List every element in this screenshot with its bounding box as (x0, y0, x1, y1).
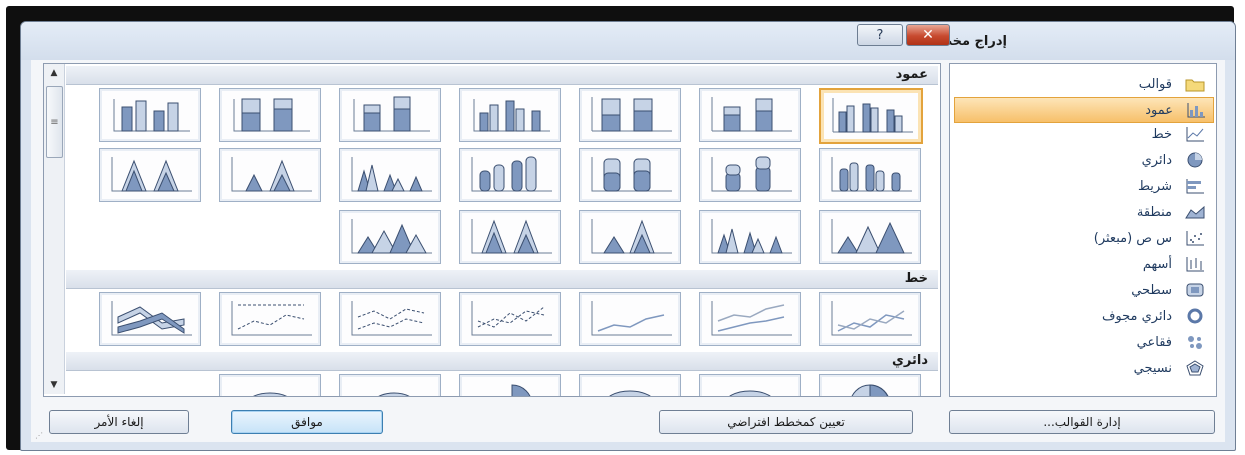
chart-3d-100-stacked-column[interactable] (219, 88, 321, 142)
manage-templates-button[interactable]: إدارة القوالب... (949, 410, 1215, 434)
chart-stacked-cylinder[interactable] (699, 148, 801, 202)
category-bubble[interactable]: فقاعي (954, 330, 1212, 354)
category-label: س ص (مبعثر) (1093, 230, 1172, 246)
chart-clustered-pyramid[interactable] (699, 210, 801, 264)
title-bar: إدراج مخطط ? ✕ (21, 22, 1235, 60)
area-chart-icon (1184, 203, 1206, 221)
category-pie[interactable]: دائري (954, 148, 1212, 172)
category-label: خط (1151, 126, 1172, 142)
category-scatter[interactable]: س ص (مبعثر) (954, 226, 1212, 250)
category-label: شريط (1137, 178, 1172, 194)
gallery-scrollbar[interactable]: ▲ ≡ ▼ (44, 64, 65, 394)
close-button[interactable]: ✕ (906, 24, 950, 46)
chart-stacked-line[interactable] (699, 292, 801, 346)
chart-bar-of-pie[interactable] (219, 374, 321, 396)
dialog-body: ▲ ≡ ▼ عمود خط دائري قوالب عمود خط دائري … (31, 60, 1225, 442)
category-area[interactable]: منطقة (954, 200, 1212, 224)
chart-100-stacked-cylinder[interactable] (579, 148, 681, 202)
button-label: إدارة القوالب... (1043, 415, 1121, 429)
column-chart-icon (1185, 101, 1207, 119)
section-column: عمود (66, 66, 938, 85)
help-icon: ? (876, 27, 884, 43)
category-label: عمود (1145, 102, 1173, 118)
chart-pie[interactable] (819, 374, 921, 396)
category-doughnut[interactable]: دائري مجوف (954, 304, 1212, 328)
chart-100-stacked-line[interactable] (579, 292, 681, 346)
chart-100-stacked-column[interactable] (579, 88, 681, 142)
chart-100-stacked-pyramid[interactable] (459, 210, 561, 264)
chart-stacked-line-with-markers[interactable] (339, 292, 441, 346)
section-line: خط (66, 270, 938, 289)
chart-pie-of-pie[interactable] (579, 374, 681, 396)
chart-clustered-column[interactable] (819, 88, 923, 144)
section-label: دائري (891, 353, 928, 368)
category-label: سطحي (1131, 282, 1172, 298)
button-label: موافق (291, 415, 323, 429)
scroll-thumb[interactable]: ≡ (46, 86, 63, 158)
category-label: فقاعي (1136, 334, 1172, 350)
category-label: منطقة (1136, 204, 1172, 220)
chart-exploded-pie[interactable] (459, 374, 561, 396)
chart-100-stacked-cone[interactable] (99, 148, 201, 202)
chart-3d-line[interactable] (99, 292, 201, 346)
insert-chart-dialog: إدراج مخطط ? ✕ ▲ ≡ ▼ عمود خط دائري قوالب… (20, 21, 1236, 451)
stock-chart-icon (1184, 255, 1206, 273)
radar-chart-icon (1184, 359, 1206, 377)
scatter-chart-icon (1184, 229, 1206, 247)
ok-button[interactable]: موافق (231, 410, 383, 434)
chart-3d-exploded-pie[interactable] (339, 374, 441, 396)
category-radar[interactable]: نسيجي (954, 356, 1212, 380)
doughnut-chart-icon (1184, 307, 1206, 325)
chart-3d-pyramid[interactable] (339, 210, 441, 264)
category-line[interactable]: خط (954, 122, 1212, 146)
bar-chart-icon (1184, 177, 1206, 195)
button-label: إلغاء الأمر (94, 415, 144, 429)
line-chart-icon (1184, 125, 1206, 143)
chart-clustered-cone[interactable] (339, 148, 441, 202)
section-label: خط (904, 271, 928, 286)
pie-chart-icon (1184, 151, 1206, 169)
surface-chart-icon (1184, 281, 1206, 299)
category-label: قوالب (1138, 76, 1172, 92)
chart-3d-cylinder[interactable] (459, 148, 561, 202)
category-bar[interactable]: شريط (954, 174, 1212, 198)
section-pie: دائري (66, 352, 938, 371)
chart-3d-pie[interactable] (699, 374, 801, 396)
close-icon: ✕ (922, 27, 934, 43)
section-label: عمود (895, 67, 928, 82)
set-as-default-chart-button[interactable]: تعيين كمخطط افتراضي (659, 410, 913, 434)
chart-3d-cone[interactable] (819, 210, 921, 264)
chart-stacked-column[interactable] (699, 88, 801, 142)
folder-icon (1184, 75, 1206, 93)
resize-grip[interactable]: ⋰ (35, 431, 43, 440)
chart-3d-stacked-column[interactable] (339, 88, 441, 142)
button-label: تعيين كمخطط افتراضي (727, 415, 845, 429)
scroll-up-button[interactable]: ▲ (44, 64, 64, 82)
help-button[interactable]: ? (857, 24, 903, 46)
chart-3d-clustered-column[interactable] (459, 88, 561, 142)
chart-100-stacked-line-with-markers[interactable] (219, 292, 321, 346)
category-stock[interactable]: أسهم (954, 252, 1212, 276)
category-templates[interactable]: قوالب (954, 72, 1212, 96)
category-column[interactable]: عمود (954, 97, 1214, 123)
chart-clustered-cylinder[interactable] (819, 148, 921, 202)
cancel-button[interactable]: إلغاء الأمر (49, 410, 189, 434)
chart-3d-column[interactable] (99, 88, 201, 142)
chart-stacked-cone[interactable] (219, 148, 321, 202)
category-surface[interactable]: سطحي (954, 278, 1212, 302)
chart-gallery: ▲ ≡ ▼ عمود خط دائري (43, 63, 941, 397)
scroll-down-button[interactable]: ▼ (44, 376, 64, 394)
category-label: نسيجي (1133, 360, 1172, 376)
window-frame: إدراج مخطط ? ✕ ▲ ≡ ▼ عمود خط دائري قوالب… (6, 6, 1236, 451)
category-label: دائري (1141, 152, 1172, 168)
category-label: دائري مجوف (1101, 308, 1172, 324)
chart-line-with-markers[interactable] (459, 292, 561, 346)
category-label: أسهم (1142, 256, 1172, 272)
bubble-chart-icon (1184, 333, 1206, 351)
chart-line[interactable] (819, 292, 921, 346)
chart-type-list: قوالب عمود خط دائري شريط منطقة س ص (مبعث… (949, 63, 1217, 397)
chart-stacked-pyramid[interactable] (579, 210, 681, 264)
